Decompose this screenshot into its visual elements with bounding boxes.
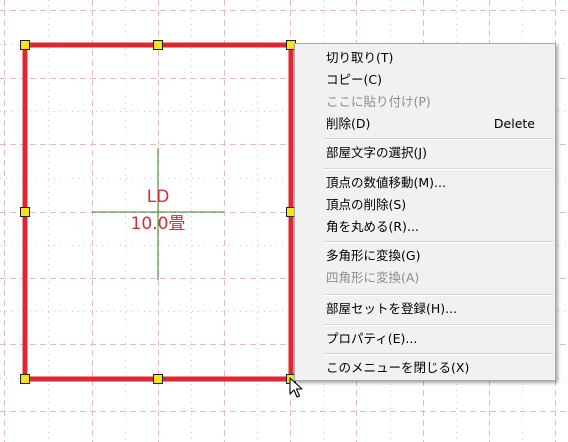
menu-item-label: 削除(D) (326, 116, 371, 131)
menu-separator (323, 138, 553, 140)
menu-item-label: 角を丸める(R)... (326, 219, 419, 234)
menu-item-label: 四角形に変換(A) (326, 270, 420, 285)
menu-item-delete[interactable]: 削除(D) Delete (295, 113, 555, 135)
menu-item-delete-vertex[interactable]: 頂点の削除(S) (295, 194, 555, 216)
menu-item-round-corners[interactable]: 角を丸める(R)... (295, 216, 555, 238)
menu-item-label: このメニューを閉じる(X) (326, 360, 470, 375)
menu-item-convert-to-rectangle[interactable]: 四角形に変換(A) (295, 267, 555, 289)
menu-item-move-vertex-numeric[interactable]: 頂点の数値移動(M)... (295, 172, 555, 194)
mouse-pointer-icon (289, 377, 303, 398)
menu-item-convert-to-polygon[interactable]: 多角形に変換(G) (295, 245, 555, 267)
menu-item-shortcut: Delete (493, 116, 535, 131)
vertex-handle[interactable] (20, 40, 30, 50)
vertex-handle[interactable] (153, 374, 163, 384)
menu-item-register-room-set[interactable]: 部屋セットを登録(H)... (295, 298, 555, 320)
menu-item-label: 頂点の数値移動(M)... (326, 175, 446, 190)
menu-separator (323, 168, 553, 170)
menu-item-select-room-text[interactable]: 部屋文字の選択(J) (295, 142, 555, 164)
menu-item-copy[interactable]: コピー(C) (295, 69, 555, 91)
room-area-label: 10.0畳 (130, 214, 186, 234)
menu-separator (323, 353, 553, 355)
vertex-handle[interactable] (20, 207, 30, 217)
menu-item-close-menu[interactable]: このメニューを閉じる(X) (295, 357, 555, 379)
menu-item-label: 部屋文字の選択(J) (326, 145, 427, 160)
menu-item-label: 切り取り(T) (326, 50, 394, 65)
menu-item-paste-here[interactable]: ここに貼り付け(P) (295, 91, 555, 113)
menu-item-label: 多角形に変換(G) (326, 248, 421, 263)
menu-separator (323, 324, 553, 326)
menu-item-label: コピー(C) (326, 72, 382, 87)
vertex-handle[interactable] (153, 40, 163, 50)
menu-item-label: 部屋セットを登録(H)... (326, 301, 458, 316)
room-name-label: LD (146, 187, 170, 207)
menu-item-cut[interactable]: 切り取り(T) (295, 47, 555, 69)
vertex-handle[interactable] (20, 374, 30, 384)
menu-item-label: 頂点の削除(S) (326, 197, 407, 212)
context-menu: 切り取り(T) コピー(C) ここに貼り付け(P) 削除(D) Delete 部… (294, 43, 556, 381)
menu-separator (323, 294, 553, 296)
menu-item-label: プロパティ(E)... (326, 331, 418, 346)
menu-item-label: ここに貼り付け(P) (326, 94, 431, 109)
menu-item-properties[interactable]: プロパティ(E)... (295, 328, 555, 350)
menu-separator (323, 241, 553, 243)
